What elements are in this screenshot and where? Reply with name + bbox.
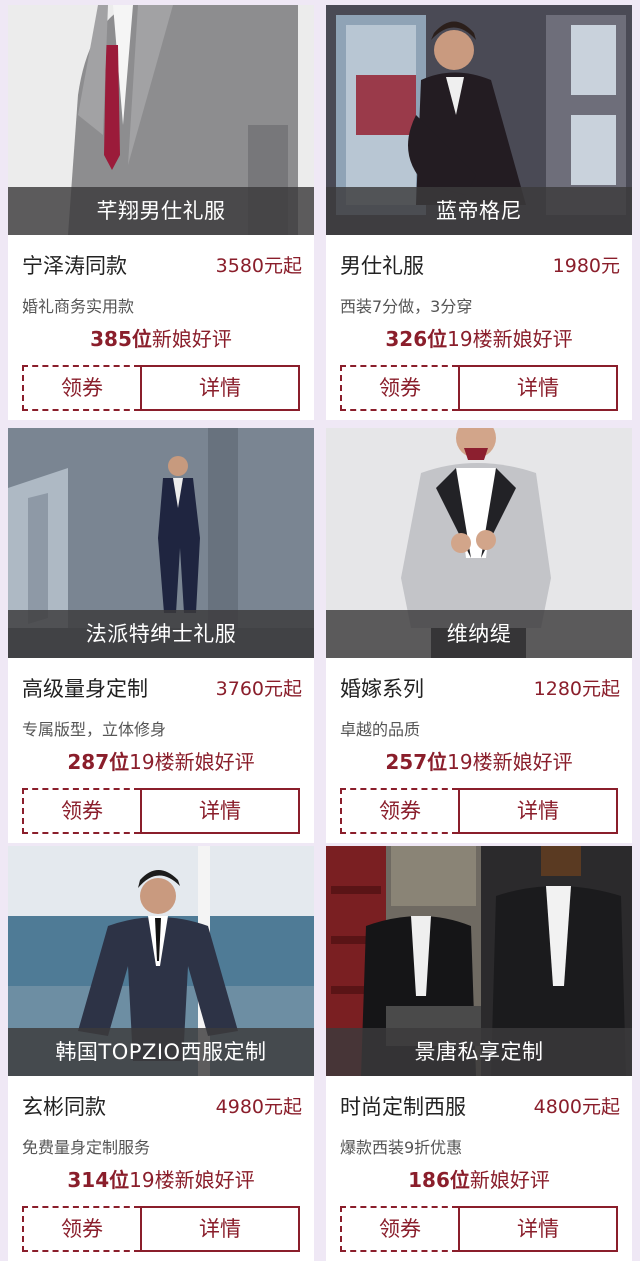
product-name: 高级量身定制 [22, 677, 148, 701]
product-subtitle: 卓越的品质 [340, 720, 421, 739]
product-price: 4800元起 [533, 1096, 620, 1118]
review-text: 19楼新娘好评 [447, 327, 573, 351]
product-name: 时尚定制西服 [340, 1095, 466, 1119]
button-row: 领券 详情 [340, 788, 618, 834]
product-grid: 芊翔男仕礼服 宁泽涛同款 3580元起 婚礼商务实用款 385位新娘好评 领券 … [0, 0, 640, 1261]
product-price: 4980元起 [215, 1096, 302, 1118]
detail-button[interactable]: 详情 [458, 365, 618, 411]
review-text: 19楼新娘好评 [447, 750, 573, 774]
review-text: 新娘好评 [151, 327, 232, 351]
coupon-button[interactable]: 领券 [340, 365, 458, 411]
review-text: 19楼新娘好评 [129, 750, 255, 774]
review-line: 314位19楼新娘好评 [8, 1164, 314, 1193]
product-subtitle: 婚礼商务实用款 [22, 297, 135, 316]
product-price: 1280元起 [533, 678, 620, 700]
product-banner: 韩国TOPZIO西服定制 [8, 1028, 314, 1076]
product-card[interactable]: 蓝帝格尼 男仕礼服 1980元 西装7分做，3分穿 326位19楼新娘好评 领券… [326, 5, 632, 420]
product-card[interactable]: 景唐私享定制 时尚定制西服 4800元起 爆款西装9折优惠 186位新娘好评 领… [326, 846, 632, 1261]
product-banner: 芊翔男仕礼服 [8, 187, 314, 235]
product-card[interactable]: 法派特绅士礼服 高级量身定制 3760元起 专属版型，立体修身 287位19楼新… [8, 428, 314, 843]
product-price: 3580元起 [215, 255, 302, 277]
product-banner: 维纳缇 [326, 610, 632, 658]
button-row: 领券 详情 [22, 365, 300, 411]
review-line: 326位19楼新娘好评 [326, 323, 632, 352]
product-image[interactable]: 蓝帝格尼 [326, 5, 632, 235]
button-row: 领券 详情 [22, 788, 300, 834]
product-image[interactable]: 韩国TOPZIO西服定制 [8, 846, 314, 1076]
detail-button[interactable]: 详情 [140, 1206, 300, 1252]
review-line: 186位新娘好评 [326, 1164, 632, 1193]
review-count: 186位 [408, 1168, 470, 1192]
detail-button[interactable]: 详情 [140, 365, 300, 411]
review-line: 385位新娘好评 [8, 323, 314, 352]
review-text: 新娘好评 [469, 1168, 550, 1192]
product-name: 宁泽涛同款 [22, 254, 127, 278]
product-subtitle: 西装7分做，3分穿 [340, 297, 473, 316]
review-count: 287位 [67, 750, 130, 774]
product-banner: 蓝帝格尼 [326, 187, 632, 235]
product-price: 1980元 [552, 255, 620, 277]
product-image[interactable]: 法派特绅士礼服 [8, 428, 314, 658]
product-name: 玄彬同款 [22, 1095, 106, 1119]
detail-button[interactable]: 详情 [458, 1206, 618, 1252]
review-line: 287位19楼新娘好评 [8, 746, 314, 775]
product-banner: 法派特绅士礼服 [8, 610, 314, 658]
product-name: 男仕礼服 [340, 254, 424, 278]
product-image[interactable]: 维纳缇 [326, 428, 632, 658]
review-line: 257位19楼新娘好评 [326, 746, 632, 775]
product-image[interactable]: 景唐私享定制 [326, 846, 632, 1076]
detail-button[interactable]: 详情 [458, 788, 618, 834]
button-row: 领券 详情 [340, 365, 618, 411]
product-banner: 景唐私享定制 [326, 1028, 632, 1076]
coupon-button[interactable]: 领券 [340, 788, 458, 834]
review-count: 385位 [90, 327, 152, 351]
product-subtitle: 专属版型，立体修身 [22, 720, 167, 739]
product-card[interactable]: 芊翔男仕礼服 宁泽涛同款 3580元起 婚礼商务实用款 385位新娘好评 领券 … [8, 5, 314, 420]
product-subtitle: 爆款西装9折优惠 [340, 1138, 463, 1157]
button-row: 领券 详情 [22, 1206, 300, 1252]
product-card[interactable]: 韩国TOPZIO西服定制 玄彬同款 4980元起 免费量身定制服务 314位19… [8, 846, 314, 1261]
coupon-button[interactable]: 领券 [22, 1206, 140, 1252]
review-count: 326位 [385, 327, 448, 351]
coupon-button[interactable]: 领券 [22, 788, 140, 834]
detail-button[interactable]: 详情 [140, 788, 300, 834]
review-text: 19楼新娘好评 [129, 1168, 255, 1192]
product-image[interactable]: 芊翔男仕礼服 [8, 5, 314, 235]
coupon-button[interactable]: 领券 [340, 1206, 458, 1252]
product-card[interactable]: 维纳缇 婚嫁系列 1280元起 卓越的品质 257位19楼新娘好评 领券 详情 [326, 428, 632, 843]
product-price: 3760元起 [215, 678, 302, 700]
coupon-button[interactable]: 领券 [22, 365, 140, 411]
button-row: 领券 详情 [340, 1206, 618, 1252]
product-name: 婚嫁系列 [340, 677, 424, 701]
product-subtitle: 免费量身定制服务 [22, 1138, 151, 1157]
review-count: 257位 [385, 750, 448, 774]
review-count: 314位 [67, 1168, 130, 1192]
